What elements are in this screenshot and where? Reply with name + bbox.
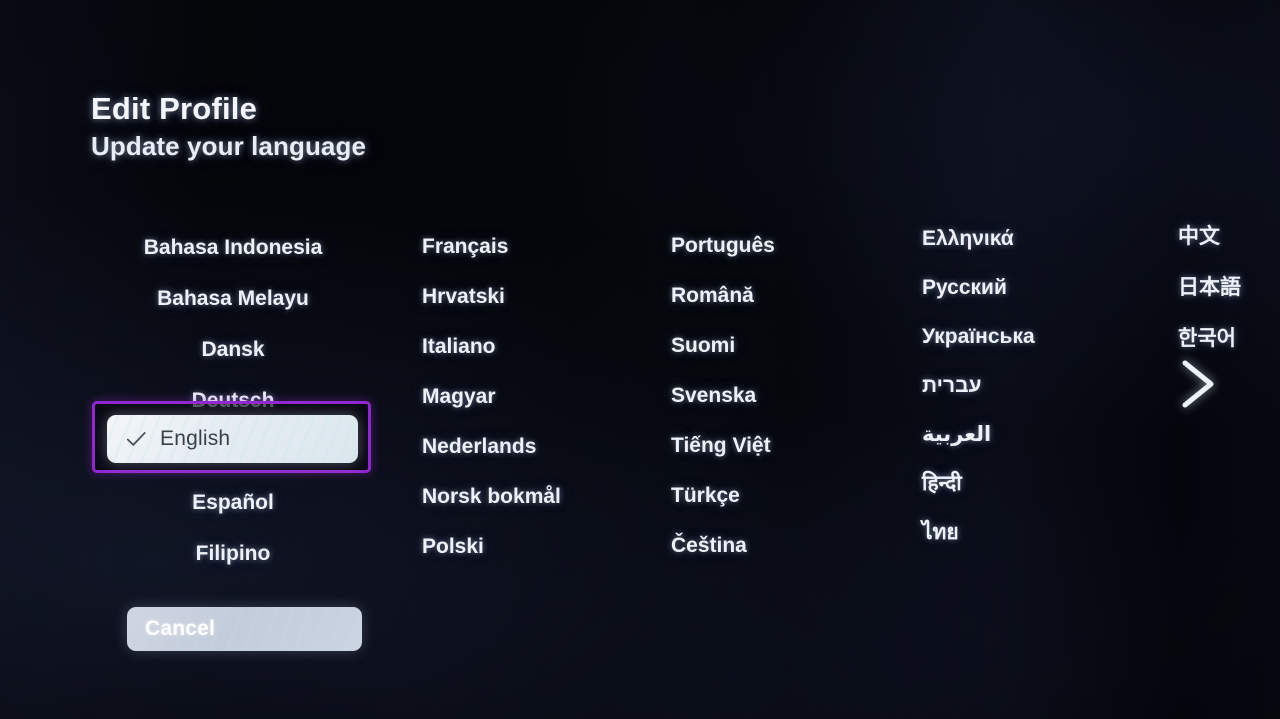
chevron-right-icon[interactable]	[1175, 358, 1221, 410]
language-option[interactable]: Română	[671, 270, 754, 320]
language-option[interactable]: Español	[192, 477, 274, 528]
edit-profile-language-screen: Edit Profile Update your language Bahasa…	[0, 0, 1280, 719]
cancel-button-label: Cancel	[145, 617, 216, 640]
language-option[interactable]: Svenska	[671, 370, 756, 420]
language-option[interactable]: العربية	[922, 410, 991, 459]
language-option-english-selected[interactable]: English	[107, 415, 358, 463]
language-option[interactable]: Norsk bokmål	[422, 471, 561, 521]
language-column-5: 中文 日本語 한국어	[1178, 211, 1241, 364]
language-option[interactable]: Українська	[922, 312, 1035, 361]
language-option[interactable]: Filipino	[196, 528, 271, 579]
language-option[interactable]: Italiano	[422, 321, 496, 371]
focus-ring: English	[92, 401, 371, 473]
language-option[interactable]: ไทย	[922, 508, 959, 557]
page-title: Edit Profile	[91, 91, 258, 126]
language-option[interactable]: Magyar	[422, 371, 496, 421]
language-option[interactable]: Português	[671, 220, 775, 270]
language-option[interactable]: Hrvatski	[422, 271, 505, 321]
tv-screen: Edit Profile Update your language Bahasa…	[0, 0, 1280, 719]
language-option[interactable]: Dansk	[201, 324, 264, 375]
language-column-4: Ελληνικά Русский Українська עברית العربي…	[922, 214, 1035, 557]
language-option[interactable]: Čeština	[671, 520, 747, 570]
selected-language-label: English	[160, 427, 231, 450]
language-option[interactable]: Türkçe	[671, 470, 740, 520]
language-option[interactable]: Tiếng Việt	[671, 420, 771, 470]
check-icon	[126, 432, 146, 446]
language-option[interactable]: Bahasa Indonesia	[144, 222, 323, 273]
language-option[interactable]: Polski	[422, 521, 484, 571]
language-option[interactable]: हिन्दी	[922, 459, 962, 508]
language-option[interactable]: Nederlands	[422, 421, 536, 471]
language-option[interactable]: Bahasa Melayu	[157, 273, 309, 324]
language-column-3: Português Română Suomi Svenska Tiếng Việ…	[671, 220, 775, 570]
page-subtitle: Update your language	[91, 131, 367, 162]
language-option[interactable]: 中文	[1178, 211, 1220, 262]
language-option[interactable]: Suomi	[671, 320, 735, 370]
language-option[interactable]: 日本語	[1178, 262, 1241, 313]
header: Edit Profile Update your language	[91, 92, 366, 162]
language-option[interactable]: Français	[422, 221, 508, 271]
language-option[interactable]: Русский	[922, 263, 1007, 312]
language-column-2: Français Hrvatski Italiano Magyar Nederl…	[422, 221, 561, 571]
cancel-button[interactable]: Cancel	[127, 607, 362, 651]
language-option[interactable]: 한국어	[1178, 313, 1236, 364]
language-option[interactable]: Ελληνικά	[922, 214, 1014, 263]
language-option[interactable]: עברית	[922, 361, 982, 410]
